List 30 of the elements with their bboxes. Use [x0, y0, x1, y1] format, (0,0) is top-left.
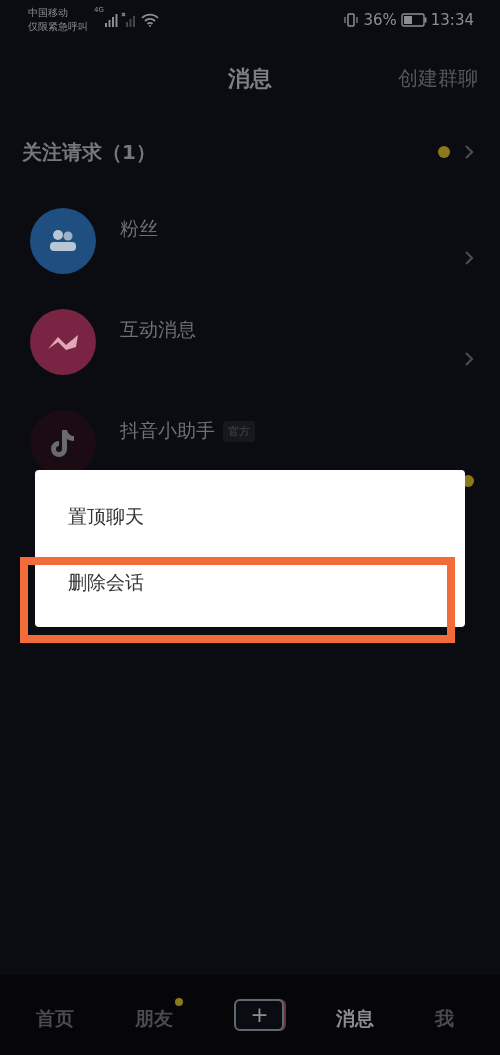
conversation-name: 抖音小助手	[120, 418, 215, 443]
people-icon	[48, 229, 78, 253]
create-group-button[interactable]: 创建群聊	[398, 65, 478, 92]
vibrate-icon	[343, 12, 360, 28]
conversation-row[interactable]: 互动消息	[0, 309, 500, 410]
music-note-icon	[50, 428, 76, 458]
conversation-row[interactable]: 粉丝	[0, 208, 500, 309]
signal-icon	[103, 13, 118, 27]
nav-tab[interactable]: 消息	[335, 998, 384, 1032]
nav-tab[interactable]: 我	[435, 998, 465, 1032]
battery-percentage: 36%	[363, 11, 397, 29]
nav-tab[interactable]: 首页	[35, 998, 84, 1032]
menu-item[interactable]: 删除会话	[35, 560, 465, 606]
zigzag-icon	[46, 332, 80, 352]
follow-requests-link[interactable]: 关注请求（1）	[22, 138, 438, 166]
create-button[interactable]: +	[234, 999, 285, 1031]
page-title: 消息	[228, 66, 272, 91]
battery-icon	[400, 13, 427, 27]
nav-tab[interactable]: 朋友	[135, 998, 184, 1032]
carrier-status: 仅限紧急呼叫	[28, 20, 88, 34]
chevron-icon	[464, 144, 474, 160]
conversation-name: 粉丝	[120, 216, 158, 241]
carrier-name: 中国移动	[28, 6, 69, 20]
no-signal-icon	[120, 12, 137, 28]
menu-item[interactable]: 置顶聊天	[35, 474, 465, 560]
chevron-icon	[464, 350, 474, 367]
wifi-icon	[140, 13, 159, 27]
clock-time: 13:34	[430, 11, 474, 29]
conversation-name: 互动消息	[120, 317, 196, 342]
chevron-icon	[464, 249, 474, 266]
